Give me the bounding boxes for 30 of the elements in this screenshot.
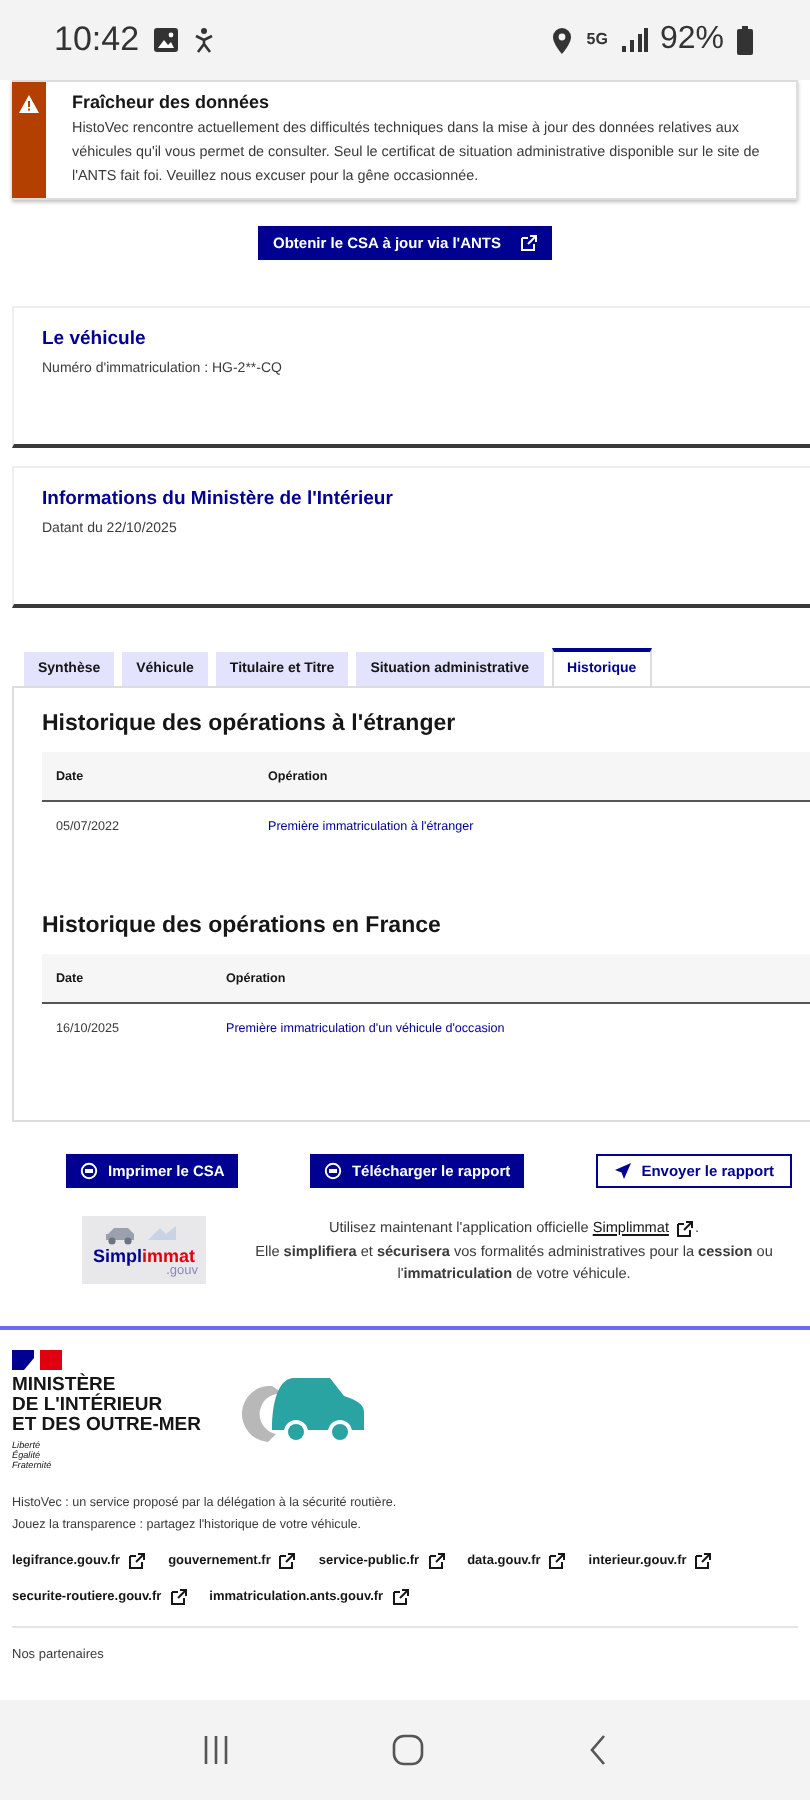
- external-link-icon: [694, 1551, 713, 1569]
- signal-icon: [619, 27, 648, 53]
- external-link-icon: [519, 234, 538, 252]
- alert-title: Fraîcheur des données: [72, 92, 272, 112]
- section-heading: Historique des opérations en France: [42, 914, 443, 938]
- send-icon: [613, 1162, 632, 1180]
- external-link-icon: [169, 1587, 188, 1605]
- external-link-icon: [548, 1551, 567, 1569]
- external-link-icon: [427, 1551, 446, 1569]
- card-title: Le véhicule: [42, 328, 148, 350]
- external-link-icon: [278, 1551, 297, 1569]
- external-link-icon: [676, 1219, 695, 1238]
- warning-icon: [18, 94, 40, 114]
- network-label: 5G: [586, 32, 608, 48]
- home-icon: [392, 1734, 425, 1766]
- battery-icon: [736, 25, 754, 55]
- card-title: Informations du Ministère de l'Intérieur: [42, 488, 395, 510]
- section-heading: Historique des opérations à l'étranger: [42, 712, 458, 736]
- recent-apps-icon: [201, 1734, 230, 1766]
- external-link-icon: [128, 1551, 147, 1569]
- clock-time: 10:42: [54, 20, 140, 60]
- flag-icon: [12, 1349, 62, 1369]
- image-icon: [151, 26, 180, 54]
- app-wordmark: Simplimmat: [92, 1248, 196, 1266]
- battery-level: 92%: [659, 22, 724, 58]
- back-icon: [588, 1734, 609, 1766]
- location-icon: [550, 25, 575, 55]
- figure-icon: [191, 26, 216, 54]
- external-link-icon: [391, 1587, 410, 1605]
- ministry-name: MINISTÈRE DE L'INTÉRIEUR ET DES OUTRE-MER: [12, 1375, 201, 1435]
